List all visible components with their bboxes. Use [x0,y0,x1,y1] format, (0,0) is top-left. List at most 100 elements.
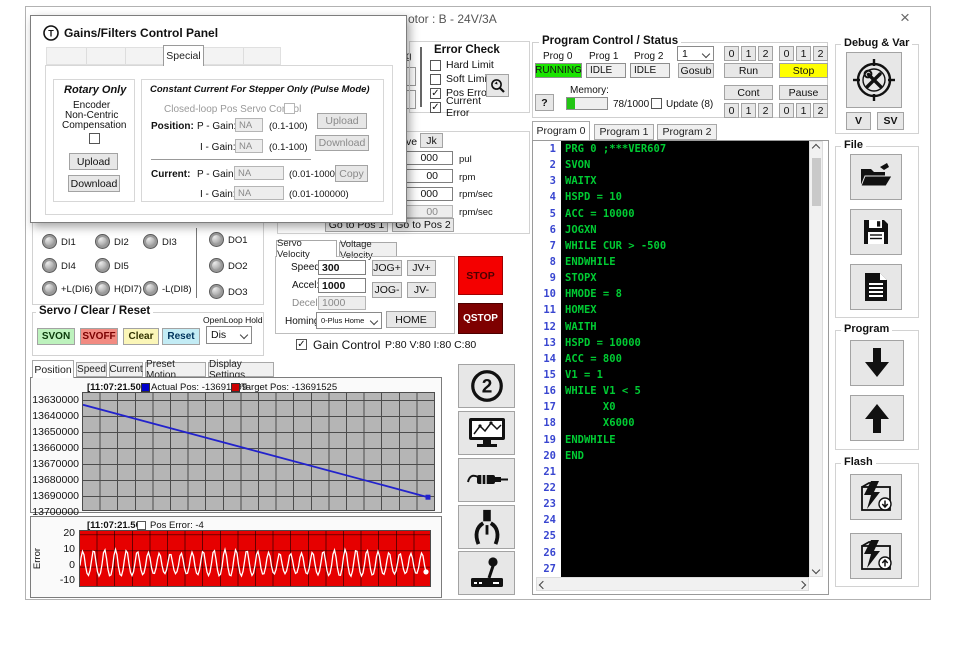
tab-program-2[interactable]: Program 2 [657,124,717,140]
prog-num-button-1[interactable]: 1 [741,46,756,61]
soft-limit-checkbox[interactable] [430,74,441,85]
jv-minus-button[interactable]: JV- [407,282,436,298]
scroll-right-icon[interactable] [796,579,808,591]
scroll-left-icon[interactable] [537,579,549,591]
flash-download-button[interactable] [850,474,902,520]
pos-error-checkbox[interactable] [137,521,146,530]
stop-button[interactable]: Stop [779,63,828,78]
position-ytick: 13670000 [32,458,79,470]
gosub-button[interactable]: Gosub [678,63,714,78]
dialog-tab-special[interactable]: Special [163,45,204,66]
code-lines[interactable]: PRG 0 ;***VER607SVONWAITXHSPD = 10ACC = … [561,141,809,577]
dialog-tab-blank[interactable] [86,48,126,64]
prog-num-button-0[interactable]: 0 [724,46,739,61]
tab-program-0[interactable]: Program 0 [532,121,590,140]
prog-selector-dropdown[interactable]: 1 [677,46,714,61]
dialog-tab-blank[interactable] [243,48,282,64]
prog-num-button-1[interactable]: 1 [796,46,811,61]
prog-num-button-2[interactable]: 2 [758,46,773,61]
tab-servo-velocity[interactable]: Servo Velocity [276,240,337,257]
dialog-tab-blank[interactable] [125,48,165,64]
error-check-item[interactable]: ✓Current Error [430,100,500,114]
jog-plus-button[interactable]: JOG+ [372,260,402,276]
file-open-button[interactable] [850,154,902,200]
rotary-compensation-checkbox[interactable] [89,133,100,144]
tab-position[interactable]: Position [32,360,74,378]
tab-preset-motion[interactable]: Preset Motion [145,362,206,377]
jk-button[interactable]: Jk [420,133,443,148]
error-refresh-button[interactable] [486,74,509,97]
homing-dropdown[interactable]: 0-Plus Home [316,312,382,329]
code-line-number: 3 [536,173,560,189]
tab-speed[interactable]: Speed [76,362,107,377]
prog-num-button-2[interactable]: 2 [813,46,828,61]
prog-num-button-2[interactable]: 2 [758,103,773,118]
current-error-checkbox[interactable]: ✓ [430,102,441,113]
error-check-title: Error Check [434,44,500,56]
file-document-button[interactable] [850,264,902,310]
jv-plus-button[interactable]: JV+ [407,260,436,276]
tab-program-1[interactable]: Program 1 [594,124,654,140]
tab-voltage-velocity[interactable]: Voltage Velocity [339,242,397,257]
speed-field[interactable]: 300 [318,260,366,275]
scroll-thumb[interactable] [812,158,821,206]
dialog-tab-blank[interactable] [204,48,244,64]
gripper-button[interactable] [458,505,515,549]
code-line-number: 24 [536,512,560,528]
prog-num-button-0[interactable]: 0 [779,46,794,61]
code-line: STOPX [561,270,809,286]
pos-i-gain-field: NA [235,139,263,153]
di-led [42,281,57,296]
stepper-download-button[interactable]: Download [315,135,369,151]
scroll-up-icon[interactable] [810,142,822,154]
code-vscrollbar[interactable] [809,141,823,577]
v-button[interactable]: V [846,112,871,130]
update-checkbox[interactable] [651,98,662,109]
hard-limit-checkbox[interactable] [430,60,441,71]
joyst-button[interactable] [458,551,515,595]
help-button[interactable]: ? [535,94,554,111]
home-button[interactable]: HOME [386,311,436,328]
file-save-button[interactable] [850,209,902,255]
svon-button[interactable]: SVON [37,328,75,345]
debug-button[interactable] [846,52,902,108]
stepper-upload-button[interactable]: Upload [317,113,367,129]
gain-control-checkbox[interactable]: ✓ [296,339,307,350]
rotary-upload-button[interactable]: Upload [69,153,118,170]
reset-button[interactable]: Reset [162,328,200,345]
monitor-chart-button[interactable] [458,411,515,455]
pause-button[interactable]: Pause [779,85,828,100]
cont-button[interactable]: Cont [724,85,773,100]
tab-display-settings[interactable]: Display Settings [208,362,274,377]
prog-num-button-2[interactable]: 2 [813,103,828,118]
dialog-title: Gains/Filters Control Panel [64,26,218,40]
prog-num-button-0[interactable]: 0 [724,103,739,118]
dispenser-tool-button[interactable] [458,458,515,502]
error-check-item[interactable]: Hard Limit [430,58,500,72]
move-partial-label: ve [406,136,417,148]
pos-error-checkbox[interactable]: ✓ [430,88,441,99]
clear-button[interactable]: Clear [123,328,159,345]
sv-button[interactable]: SV [877,112,904,130]
qstop-button[interactable]: QSTOP [458,303,503,334]
mode-2-button[interactable]: 2 [458,364,515,408]
jog-minus-button[interactable]: JOG- [372,282,402,298]
flash-upload-button[interactable] [850,533,902,579]
run-button[interactable]: Run [724,63,773,78]
program-download-button[interactable] [850,340,904,386]
svoff-button[interactable]: SVOFF [80,328,118,345]
prog-num-button-0[interactable]: 0 [779,103,794,118]
prog-num-button-1[interactable]: 1 [741,103,756,118]
code-hscrollbar[interactable] [536,577,809,591]
rotary-download-button[interactable]: Download [68,175,120,192]
tab-current[interactable]: Current [109,362,143,377]
scroll-down-icon[interactable] [810,564,822,576]
program-upload-button[interactable] [850,395,904,441]
dialog-tab-blank[interactable] [47,48,87,64]
stop-motion-button[interactable]: STOP [458,256,503,295]
window-close-icon[interactable]: × [900,8,910,28]
openloop-dropdown[interactable]: Dis [206,326,252,344]
prog-num-button-1[interactable]: 1 [796,103,811,118]
copy-button[interactable]: Copy [335,165,368,182]
accel-field[interactable]: 1000 [318,278,366,293]
